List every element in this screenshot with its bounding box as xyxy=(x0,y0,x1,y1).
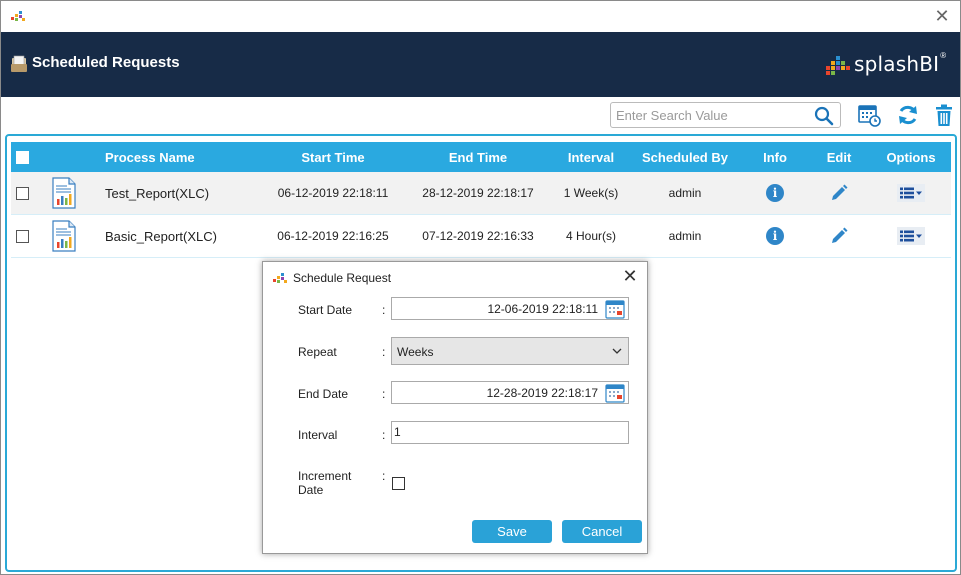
increment-date-label: Increment Date xyxy=(298,469,351,497)
scheduled-requests-icon xyxy=(11,55,27,72)
calendar-icon[interactable] xyxy=(605,383,625,403)
field-colon: : xyxy=(382,345,386,359)
field-colon: : xyxy=(382,387,386,401)
scheduled-by: admin xyxy=(668,229,702,243)
repeat-label: Repeat xyxy=(298,345,337,359)
row-checkbox[interactable] xyxy=(16,229,29,243)
search-input[interactable] xyxy=(616,106,811,124)
title-bar: ✕ xyxy=(1,1,960,32)
col-options: Options xyxy=(886,149,936,165)
end-time: 07-12-2019 22:16:33 xyxy=(422,229,534,243)
calendar-icon[interactable] xyxy=(605,299,625,319)
row-checkbox[interactable] xyxy=(16,186,29,200)
options-menu-button[interactable] xyxy=(897,227,925,245)
chevron-down-icon xyxy=(612,348,622,354)
report-document-icon xyxy=(52,220,76,252)
grid-header: Process Name Start Time End Time Interva… xyxy=(11,142,951,172)
start-date-field[interactable]: 12-06-2019 22:18:11 xyxy=(391,297,629,320)
edit-pencil-icon[interactable] xyxy=(830,184,848,202)
schedule-request-dialog: Schedule Request ✕ Start Date : 12-06-20… xyxy=(262,261,648,554)
table-row[interactable]: Basic_Report(XLC) 06-12-2019 22:16:25 07… xyxy=(11,215,951,258)
scheduled-by: admin xyxy=(668,186,702,200)
report-document-icon xyxy=(52,177,76,209)
interval-input[interactable] xyxy=(394,423,624,441)
end-date-field[interactable]: 12-28-2019 22:18:17 xyxy=(391,381,629,404)
save-button[interactable]: Save xyxy=(472,520,552,543)
increment-date-checkbox[interactable] xyxy=(392,477,405,490)
col-info: Info xyxy=(763,149,787,165)
interval: 1 Week(s) xyxy=(563,186,619,200)
edit-pencil-icon[interactable] xyxy=(830,227,848,245)
app-window: ✕ Scheduled Requests splashBI ® Enter Se… xyxy=(0,0,961,575)
brand-logo: splashBI ® xyxy=(825,50,946,78)
page-header: Scheduled Requests splashBI ® xyxy=(1,32,960,97)
select-all-checkbox[interactable] xyxy=(16,150,29,164)
col-edit: Edit xyxy=(826,149,852,165)
calendar-schedule-icon[interactable] xyxy=(857,103,881,127)
search-icon[interactable] xyxy=(814,106,834,126)
toolbar xyxy=(1,97,960,133)
trash-icon[interactable] xyxy=(932,103,956,127)
increment-date-label-line2: Date xyxy=(298,483,324,497)
splashbi-logo-icon xyxy=(11,11,25,21)
splashbi-logo-icon xyxy=(826,56,850,75)
options-menu-button[interactable] xyxy=(897,184,925,202)
col-start-time[interactable]: Start Time xyxy=(273,142,393,172)
end-date-label: End Date xyxy=(298,387,349,401)
interval-label: Interval xyxy=(298,428,338,442)
increment-date-label-line1: Increment xyxy=(298,469,352,483)
start-date-value: 12-06-2019 22:18:11 xyxy=(487,302,598,316)
process-name: Basic_Report(XLC) xyxy=(105,228,217,244)
field-colon: : xyxy=(382,303,386,317)
list-menu-icon xyxy=(900,230,922,242)
table-row[interactable]: Test_Report(XLC) 06-12-2019 22:18:11 28-… xyxy=(11,172,951,215)
list-menu-icon xyxy=(900,187,922,199)
end-date-value: 12-28-2019 22:18:17 xyxy=(486,386,598,400)
repeat-value: Weeks xyxy=(397,345,434,359)
brand-registered-mark: ® xyxy=(940,50,947,60)
process-name: Test_Report(XLC) xyxy=(105,185,210,201)
col-interval[interactable]: Interval xyxy=(551,142,631,172)
cancel-button[interactable]: Cancel xyxy=(562,520,642,543)
page-title: Scheduled Requests xyxy=(32,54,180,71)
start-time: 06-12-2019 22:18:11 xyxy=(277,186,389,200)
dialog-close-button[interactable]: ✕ xyxy=(621,266,639,286)
repeat-select[interactable]: Weeks xyxy=(391,337,629,365)
interval: 4 Hour(s) xyxy=(565,229,616,243)
start-time: 06-12-2019 22:16:25 xyxy=(277,229,389,243)
window-close-button[interactable]: ✕ xyxy=(932,6,952,26)
col-scheduled-by[interactable]: Scheduled By xyxy=(635,142,735,172)
info-icon[interactable]: i xyxy=(766,184,784,202)
field-colon: : xyxy=(382,428,386,442)
search-box xyxy=(610,102,841,128)
info-icon[interactable]: i xyxy=(766,227,784,245)
interval-field xyxy=(391,421,629,444)
end-time: 28-12-2019 22:18:17 xyxy=(422,186,534,200)
col-end-time[interactable]: End Time xyxy=(418,142,538,172)
col-process-name[interactable]: Process Name xyxy=(105,142,195,172)
dialog-title: Schedule Request xyxy=(293,271,392,285)
refresh-icon[interactable] xyxy=(896,103,920,127)
field-colon: : xyxy=(382,469,386,483)
requests-grid: Process Name Start Time End Time Interva… xyxy=(11,142,951,258)
splashbi-logo-icon xyxy=(273,273,287,283)
brand-name: splashBI xyxy=(854,52,940,76)
start-date-label: Start Date xyxy=(298,303,353,317)
